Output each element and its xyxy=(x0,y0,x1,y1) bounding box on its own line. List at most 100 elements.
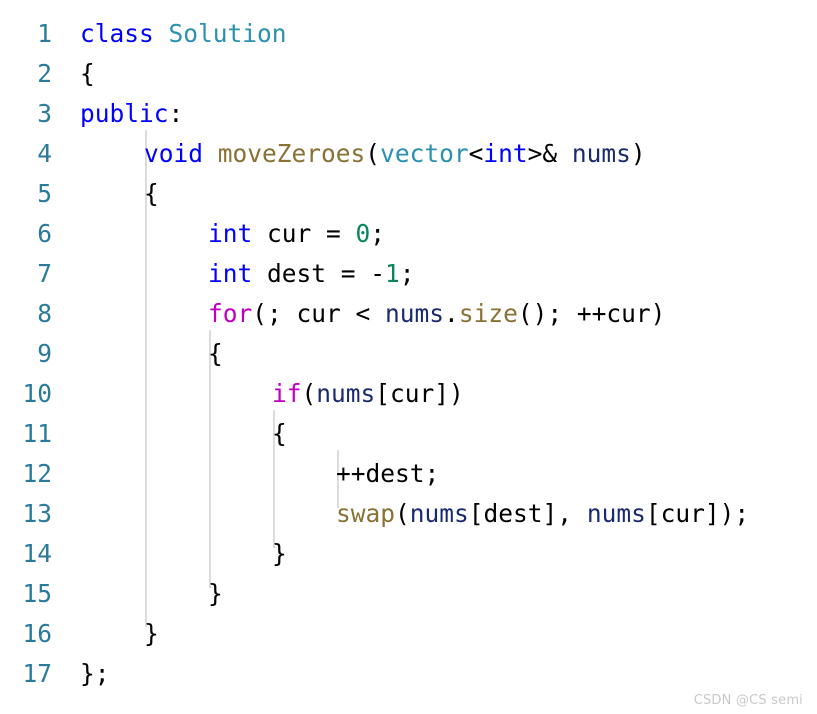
code-token-pun: ( xyxy=(365,139,381,168)
line-number: 11 xyxy=(22,419,52,448)
line-number: 10 xyxy=(22,379,52,408)
watermark-label: CSDN @CS semi xyxy=(693,693,803,708)
code-token-num: 0 xyxy=(355,219,371,248)
code-line[interactable]: 16} xyxy=(0,614,817,654)
code-text[interactable]: { xyxy=(144,174,159,214)
code-token-fn: swap xyxy=(336,499,396,528)
code-token-pun: ) xyxy=(630,139,646,168)
code-line[interactable]: 4 void moveZeroes(vector<int>& nums) xyxy=(0,134,817,174)
code-token-pun: { xyxy=(272,419,287,448)
line-number: 3 xyxy=(37,99,52,128)
code-token-pun: [cur]); xyxy=(645,499,750,528)
code-token-num: 1 xyxy=(385,259,400,288)
code-line[interactable]: 5{ xyxy=(0,174,817,214)
code-token-fn: size xyxy=(458,299,518,328)
line-number: 6 xyxy=(37,219,52,248)
code-token-kw: int xyxy=(483,139,528,168)
line-number: 7 xyxy=(37,259,52,288)
code-token-pun: ( xyxy=(301,379,317,408)
code-token-pun: : xyxy=(168,99,184,128)
code-line[interactable]: 12 ++dest; xyxy=(0,454,817,494)
code-token-txt: dest = - xyxy=(252,259,386,288)
code-text[interactable]: class Solution xyxy=(80,14,287,54)
code-line[interactable]: 14} xyxy=(0,534,817,574)
code-text[interactable]: { xyxy=(272,414,287,454)
code-line[interactable]: 7 int dest = -1; xyxy=(0,254,817,294)
line-number: 4 xyxy=(37,139,52,168)
code-line[interactable]: 10 if(nums[cur]) xyxy=(0,374,817,414)
code-line[interactable]: 6 int cur = 0; xyxy=(0,214,817,254)
code-token-pun: < xyxy=(468,139,484,168)
code-line[interactable]: 13 swap(nums[dest], nums[cur]); xyxy=(0,494,817,534)
line-number: 15 xyxy=(22,579,52,608)
code-token-pun: }; xyxy=(80,659,110,688)
code-token-typ: vector xyxy=(380,139,469,168)
code-token-txt: cur = xyxy=(252,219,356,248)
code-token-kw: int xyxy=(208,259,253,288)
code-line[interactable]: 15} xyxy=(0,574,817,614)
code-token-pun: { xyxy=(144,179,159,208)
line-number: 13 xyxy=(22,499,52,528)
code-token-pun: { xyxy=(208,339,223,368)
code-text[interactable]: swap(nums[dest], nums[cur]); xyxy=(336,494,749,534)
code-token-kw: public xyxy=(80,99,169,128)
code-text[interactable]: for(; cur < nums.size(); ++cur) xyxy=(208,294,665,334)
line-number: 16 xyxy=(22,619,52,648)
code-line-list[interactable]: 1 class Solution 2{3 public: 4 void moveZeroe… xyxy=(0,14,817,694)
line-number: 1 xyxy=(37,19,52,48)
code-line[interactable]: 11 { xyxy=(0,414,817,454)
line-number: 12 xyxy=(22,459,52,488)
code-text[interactable]: }; xyxy=(80,654,110,694)
code-token-var: nums xyxy=(586,499,646,528)
code-token-kw: void xyxy=(144,139,204,168)
line-number: 2 xyxy=(37,59,52,88)
code-text[interactable]: } xyxy=(272,534,287,574)
code-token-ctl: if xyxy=(272,379,302,408)
code-token-pun: { xyxy=(80,59,95,88)
line-number: 9 xyxy=(37,339,52,368)
code-text[interactable]: { xyxy=(80,54,95,94)
code-line[interactable]: 1 class Solution xyxy=(0,14,817,54)
code-text[interactable]: } xyxy=(208,574,223,614)
code-token-pun: ; xyxy=(399,259,415,288)
line-number: 8 xyxy=(37,299,52,328)
code-editor[interactable]: 1 class Solution 2{3 public: 4 void moveZeroe… xyxy=(0,0,817,714)
code-text[interactable]: { xyxy=(208,334,223,374)
line-number: 17 xyxy=(22,659,52,688)
code-token-pun: ( xyxy=(395,499,410,528)
code-token-kw: class xyxy=(80,19,154,48)
code-token-var: nums xyxy=(385,299,445,328)
code-token-var: nums xyxy=(571,139,631,168)
code-token-pun: . xyxy=(444,299,459,328)
line-number: 14 xyxy=(22,539,52,568)
code-token-pun: (; cur < xyxy=(252,299,386,328)
code-token-pun: (); ++cur) xyxy=(517,299,666,328)
code-token-ctl: for xyxy=(208,299,253,328)
code-line[interactable]: 17}; xyxy=(0,654,817,694)
code-token-fn: moveZeroes xyxy=(217,139,366,168)
code-token-pun: [cur]) xyxy=(375,379,464,408)
code-text[interactable]: ++dest; xyxy=(336,454,439,494)
code-token-pun: } xyxy=(144,619,159,648)
code-text[interactable]: int dest = -1; xyxy=(208,254,415,294)
code-text[interactable]: int cur = 0; xyxy=(208,214,385,254)
code-token-txt: ++dest; xyxy=(336,459,440,488)
line-number: 5 xyxy=(37,179,52,208)
code-token-var: nums xyxy=(316,379,376,408)
code-line[interactable]: 8 for(; cur < nums.size(); ++cur) xyxy=(0,294,817,334)
code-line[interactable]: 2{ xyxy=(0,54,817,94)
code-line[interactable]: 9{ xyxy=(0,334,817,374)
code-token-pun: } xyxy=(208,579,223,608)
code-token-typ: Solution xyxy=(168,19,287,48)
code-line[interactable]: 3 public: xyxy=(0,94,817,134)
code-token-var: nums xyxy=(409,499,469,528)
code-token-pun: ; xyxy=(370,219,386,248)
code-token-pun: [dest], xyxy=(468,499,587,528)
code-token-pun: >& xyxy=(527,139,572,168)
code-text[interactable]: void moveZeroes(vector<int>& nums) xyxy=(144,134,646,174)
code-text[interactable]: } xyxy=(144,614,159,654)
code-text[interactable]: if(nums[cur]) xyxy=(272,374,464,414)
code-text[interactable]: public: xyxy=(80,94,183,134)
